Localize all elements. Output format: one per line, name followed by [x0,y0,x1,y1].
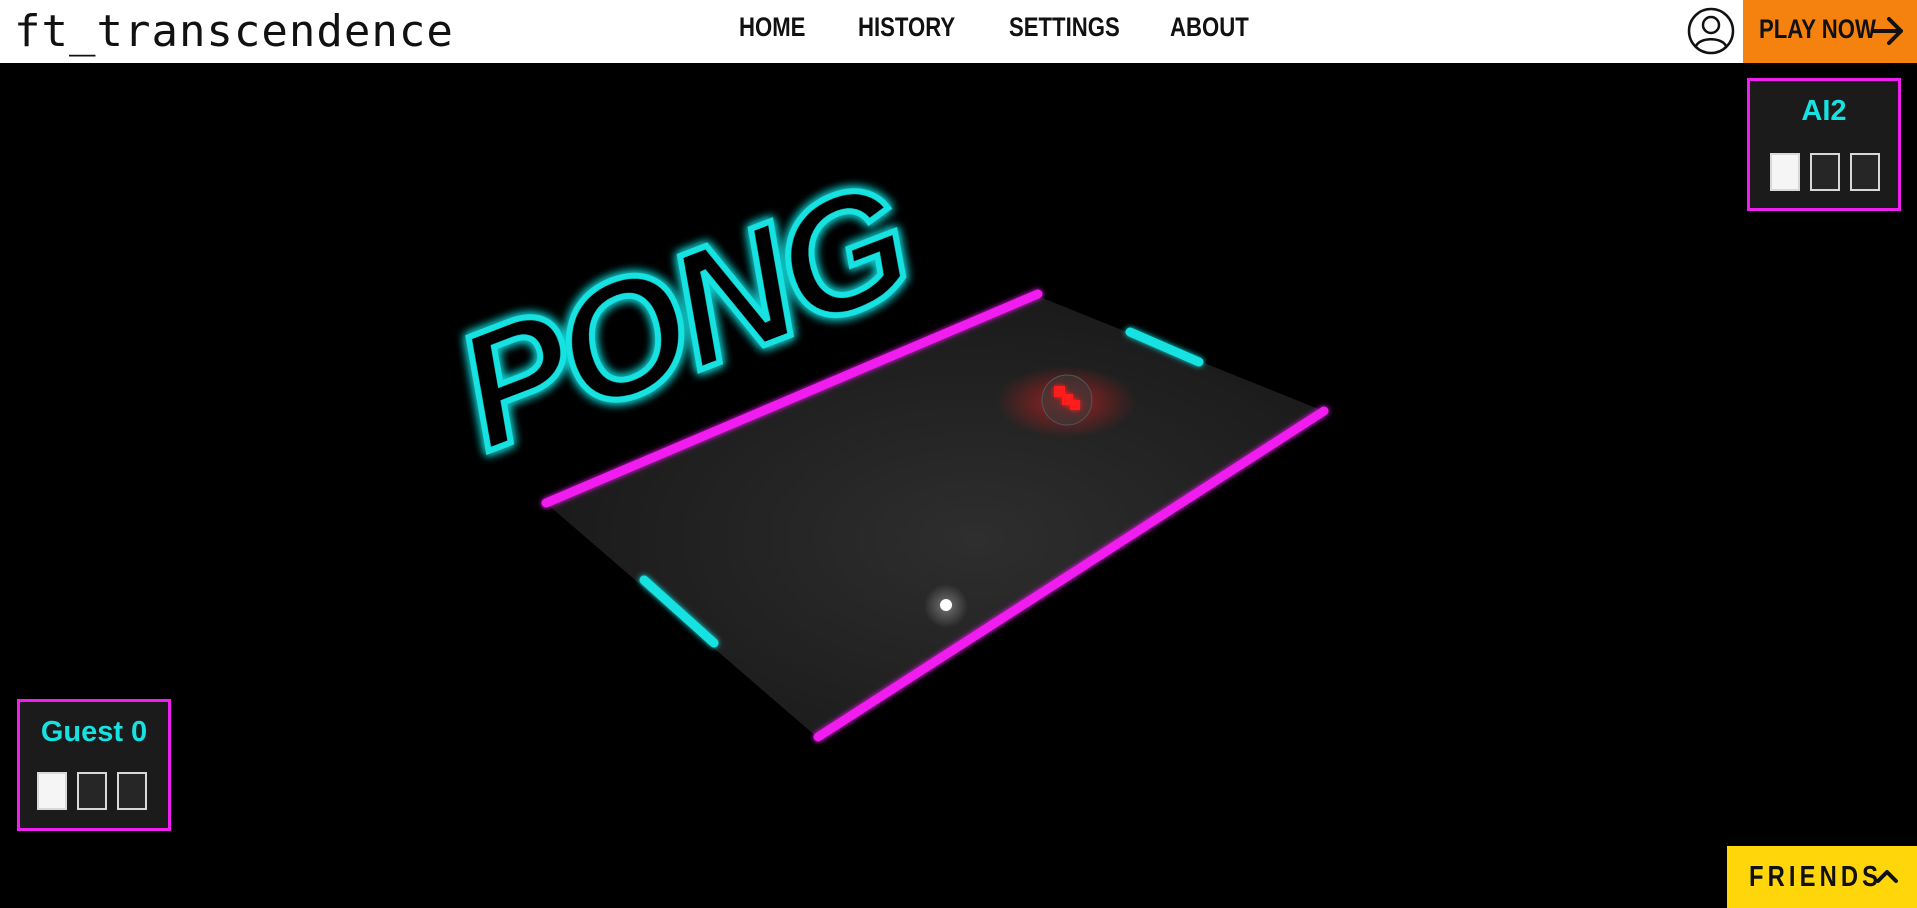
score-panel-guest: Guest 0 [17,699,171,831]
chevron-up-icon [1876,870,1898,883]
player-name-guest: Guest 0 [40,716,148,748]
main-nav: HOME HISTORY SETTINGS ABOUT [0,0,1917,63]
player-name-ai: AI2 [1801,95,1847,127]
friends-button[interactable]: FRIENDS [1727,846,1917,908]
user-circle-icon [1687,7,1735,55]
life-indicator [1770,153,1800,191]
ball [940,599,952,611]
play-now-label: PLAY NOW [1759,14,1876,44]
life-indicator [117,772,147,810]
score-panel-ai: AI2 [1747,78,1901,211]
nav-home[interactable]: HOME [739,12,805,43]
nav-history[interactable]: HISTORY [858,12,955,43]
game-canvas[interactable]: PONG AI2 Guest 0 [0,63,1917,908]
life-indicator [77,772,107,810]
top-navbar: ft_transcendence HOME HISTORY SETTINGS A… [0,0,1917,63]
account-button[interactable] [1687,7,1735,55]
life-indicator [1850,153,1880,191]
life-indicator [37,772,67,810]
arrow-right-icon [1871,17,1903,45]
play-now-button[interactable]: PLAY NOW [1743,0,1917,63]
nav-about[interactable]: ABOUT [1170,12,1249,43]
nav-settings[interactable]: SETTINGS [1009,12,1120,43]
pong-scene: PONG [430,144,1329,742]
friends-label: FRIENDS [1749,861,1883,893]
life-indicator [1810,153,1840,191]
